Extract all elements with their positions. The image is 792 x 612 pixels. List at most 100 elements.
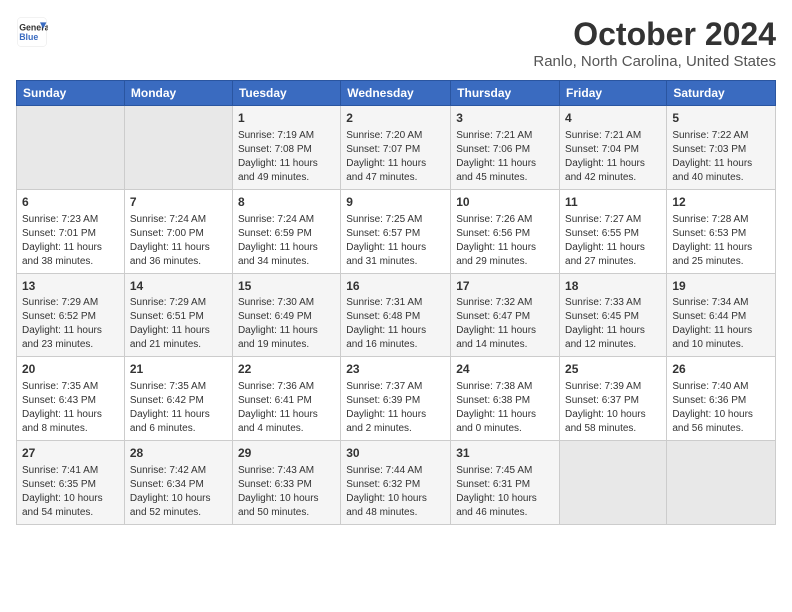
day-number: 17 [456,278,554,295]
calendar-cell: 19Sunrise: 7:34 AMSunset: 6:44 PMDayligh… [667,273,776,357]
day-number: 24 [456,361,554,378]
calendar-cell: 3 Sunrise: 7:21 AMSunset: 7:06 PMDaylight… [451,106,560,190]
day-info: Sunrise: 7:33 AMSunset: 6:45 PMDaylight:… [565,296,661,352]
day-info: Sunrise: 7:31 AMSunset: 6:48 PMDaylight:… [346,296,445,352]
day-number: 21 [130,361,227,378]
day-info: Sunrise: 7:35 AMSunset: 6:42 PMDaylight:… [130,380,227,436]
day-number: 14 [130,278,227,295]
calendar-cell: 10 Sunrise: 7:26 AMSunset: 6:56 PMDayligh… [451,189,560,273]
calendar-cell: 23Sunrise: 7:37 AMSunset: 6:39 PMDayligh… [341,357,451,441]
logo: General Blue [16,16,48,48]
day-info: Sunrise: 7:24 AMSunset: 7:00 PMDaylight:… [130,213,227,269]
month-title: October 2024 [533,16,776,53]
day-number: 20 [22,361,119,378]
header-day-wednesday: Wednesday [341,81,451,106]
day-number: 30 [346,445,445,462]
day-number: 6 [22,194,119,211]
header-day-monday: Monday [124,81,232,106]
calendar-cell: 2 Sunrise: 7:20 AMSunset: 7:07 PMDaylight… [341,106,451,190]
day-info: Sunrise: 7:42 AMSunset: 6:34 PMDaylight:… [130,464,227,520]
day-info: Sunrise: 7:32 AMSunset: 6:47 PMDaylight:… [456,296,554,352]
calendar-cell: 15Sunrise: 7:30 AMSunset: 6:49 PMDayligh… [232,273,340,357]
calendar-cell: 9 Sunrise: 7:25 AMSunset: 6:57 PMDaylight… [341,189,451,273]
calendar-cell: 17Sunrise: 7:32 AMSunset: 6:47 PMDayligh… [451,273,560,357]
day-number: 5 [672,110,770,127]
calendar-cell: 30Sunrise: 7:44 AMSunset: 6:32 PMDayligh… [341,441,451,525]
calendar-cell: 6 Sunrise: 7:23 AMSunset: 7:01 PMDaylight… [17,189,125,273]
header-day-friday: Friday [560,81,667,106]
day-number: 13 [22,278,119,295]
calendar-cell: 25 Sunrise: 7:39 AMSunset: 6:37 PMDayligh… [560,357,667,441]
calendar-cell: 22 Sunrise: 7:36 AMSunset: 6:41 PMDayligh… [232,357,340,441]
calendar-cell [667,441,776,525]
day-number: 8 [238,194,335,211]
calendar-cell: 7Sunrise: 7:24 AMSunset: 7:00 PMDaylight… [124,189,232,273]
day-number: 12 [672,194,770,211]
day-number: 27 [22,445,119,462]
calendar-cell: 18Sunrise: 7:33 AMSunset: 6:45 PMDayligh… [560,273,667,357]
svg-text:Blue: Blue [19,32,38,42]
day-number: 10 [456,194,554,211]
calendar-cell: 8 Sunrise: 7:24 AMSunset: 6:59 PMDaylight… [232,189,340,273]
header-day-thursday: Thursday [451,81,560,106]
day-info: Sunrise: 7:20 AMSunset: 7:07 PMDaylight:… [346,129,445,185]
calendar-cell: 21 Sunrise: 7:35 AMSunset: 6:42 PMDayligh… [124,357,232,441]
day-number: 2 [346,110,445,127]
day-info: Sunrise: 7:35 AMSunset: 6:43 PMDaylight:… [22,380,119,436]
day-number: 19 [672,278,770,295]
calendar-cell: 12 Sunrise: 7:28 AMSunset: 6:53 PMDayligh… [667,189,776,273]
calendar-cell: 31 Sunrise: 7:45 AMSunset: 6:31 PMDayligh… [451,441,560,525]
day-number: 16 [346,278,445,295]
day-number: 4 [565,110,661,127]
day-info: Sunrise: 7:39 AMSunset: 6:37 PMDaylight:… [565,380,661,436]
day-info: Sunrise: 7:38 AMSunset: 6:38 PMDaylight:… [456,380,554,436]
day-info: Sunrise: 7:41 AMSunset: 6:35 PMDaylight:… [22,464,119,520]
day-info: Sunrise: 7:26 AMSunset: 6:56 PMDaylight:… [456,213,554,269]
calendar-header-row: SundayMondayTuesdayWednesdayThursdayFrid… [17,81,776,106]
day-info: Sunrise: 7:36 AMSunset: 6:41 PMDaylight:… [238,380,335,436]
calendar-cell [17,106,125,190]
day-info: Sunrise: 7:40 AMSunset: 6:36 PMDaylight:… [672,380,770,436]
week-row-1: 1Sunrise: 7:19 AMSunset: 7:08 PMDaylight… [17,106,776,190]
day-number: 31 [456,445,554,462]
day-number: 9 [346,194,445,211]
day-info: Sunrise: 7:29 AMSunset: 6:51 PMDaylight:… [130,296,227,352]
day-number: 22 [238,361,335,378]
day-info: Sunrise: 7:24 AMSunset: 6:59 PMDaylight:… [238,213,335,269]
calendar-cell: 29Sunrise: 7:43 AMSunset: 6:33 PMDayligh… [232,441,340,525]
calendar-cell: 27 Sunrise: 7:41 AMSunset: 6:35 PMDayligh… [17,441,125,525]
calendar-cell: 11 Sunrise: 7:27 AMSunset: 6:55 PMDayligh… [560,189,667,273]
day-info: Sunrise: 7:22 AMSunset: 7:03 PMDaylight:… [672,129,770,185]
week-row-5: 27 Sunrise: 7:41 AMSunset: 6:35 PMDayligh… [17,441,776,525]
day-info: Sunrise: 7:29 AMSunset: 6:52 PMDaylight:… [22,296,119,352]
header-day-sunday: Sunday [17,81,125,106]
day-number: 11 [565,194,661,211]
day-number: 15 [238,278,335,295]
calendar-cell: 16Sunrise: 7:31 AMSunset: 6:48 PMDayligh… [341,273,451,357]
day-info: Sunrise: 7:45 AMSunset: 6:31 PMDaylight:… [456,464,554,520]
day-info: Sunrise: 7:25 AMSunset: 6:57 PMDaylight:… [346,213,445,269]
day-info: Sunrise: 7:23 AMSunset: 7:01 PMDaylight:… [22,213,119,269]
day-info: Sunrise: 7:34 AMSunset: 6:44 PMDaylight:… [672,296,770,352]
week-row-3: 13Sunrise: 7:29 AMSunset: 6:52 PMDayligh… [17,273,776,357]
day-info: Sunrise: 7:21 AMSunset: 7:04 PMDaylight:… [565,129,661,185]
calendar-cell: 14Sunrise: 7:29 AMSunset: 6:51 PMDayligh… [124,273,232,357]
calendar-cell: 20 Sunrise: 7:35 AMSunset: 6:43 PMDayligh… [17,357,125,441]
calendar-cell [560,441,667,525]
header-day-tuesday: Tuesday [232,81,340,106]
calendar-cell: 4 Sunrise: 7:21 AMSunset: 7:04 PMDaylight… [560,106,667,190]
header: General Blue October 2024 Ranlo, North C… [16,16,776,70]
day-number: 3 [456,110,554,127]
week-row-2: 6 Sunrise: 7:23 AMSunset: 7:01 PMDaylight… [17,189,776,273]
week-row-4: 20 Sunrise: 7:35 AMSunset: 6:43 PMDayligh… [17,357,776,441]
day-info: Sunrise: 7:27 AMSunset: 6:55 PMDaylight:… [565,213,661,269]
title-area: October 2024 Ranlo, North Carolina, Unit… [533,16,776,70]
calendar-cell: 5 Sunrise: 7:22 AMSunset: 7:03 PMDaylight… [667,106,776,190]
day-info: Sunrise: 7:21 AMSunset: 7:06 PMDaylight:… [456,129,554,185]
day-number: 18 [565,278,661,295]
logo-icon: General Blue [16,16,48,48]
day-info: Sunrise: 7:28 AMSunset: 6:53 PMDaylight:… [672,213,770,269]
calendar-table: SundayMondayTuesdayWednesdayThursdayFrid… [16,80,776,525]
day-number: 29 [238,445,335,462]
day-number: 25 [565,361,661,378]
